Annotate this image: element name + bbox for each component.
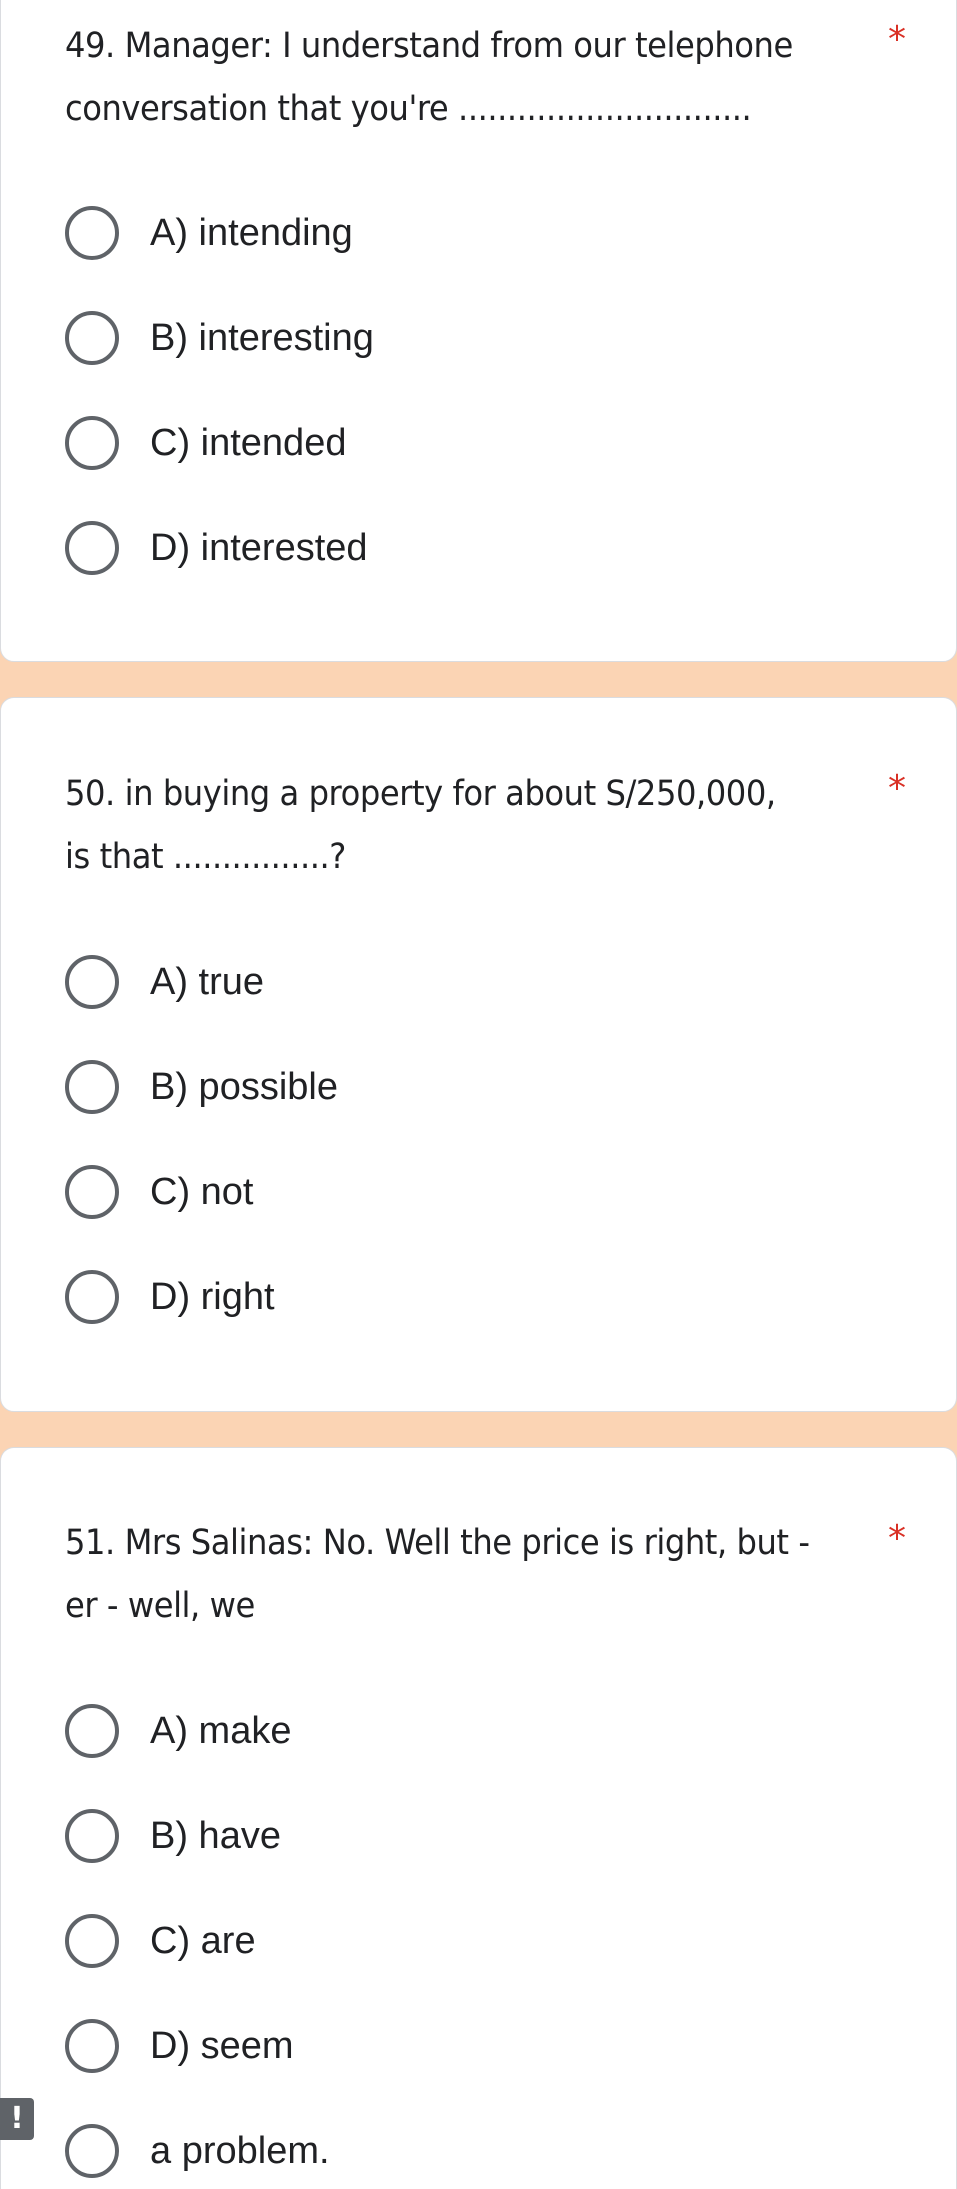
option-label: C) not (150, 1171, 254, 1213)
radio-button[interactable] (65, 1809, 119, 1863)
radio-button[interactable] (65, 1914, 119, 1968)
required-asterisk: * (888, 19, 906, 60)
radio-button[interactable] (65, 955, 119, 1009)
option-label: C) intended (150, 422, 347, 464)
option-label: B) interesting (150, 317, 374, 359)
question-title: 49. Manager: I understand from our telep… (65, 26, 793, 129)
radio-option-d[interactable]: D) seem (65, 2018, 294, 2074)
question-title: 51. Mrs Salinas: No. Well the price is r… (65, 1523, 810, 1626)
radio-button[interactable] (65, 2019, 119, 2073)
radio-option-d[interactable]: D) right (65, 1269, 275, 1325)
radio-option-b[interactable]: B) interesting (65, 310, 374, 366)
radio-option-a[interactable]: A) true (65, 954, 264, 1010)
question-card-49: 49. Manager: I understand from our telep… (0, 0, 957, 662)
radio-button[interactable] (65, 2124, 119, 2178)
option-label: A) intending (150, 212, 353, 254)
option-label: D) right (150, 1276, 275, 1318)
option-label: B) have (150, 1815, 281, 1857)
option-label: A) make (150, 1710, 292, 1752)
radio-option-d[interactable]: D) interested (65, 520, 368, 576)
radio-option-a[interactable]: A) make (65, 1703, 291, 1759)
radio-option-c[interactable]: C) are (65, 1913, 256, 1969)
option-label: D) interested (150, 527, 368, 569)
radio-button[interactable] (65, 311, 119, 365)
option-label: A) true (150, 961, 265, 1003)
radio-option-a[interactable]: A) intending (65, 205, 353, 261)
radio-option-c[interactable]: C) intended (65, 415, 346, 471)
radio-button[interactable] (65, 416, 119, 470)
required-asterisk: * (888, 1518, 906, 1559)
radio-option-e[interactable]: a problem. (65, 2123, 330, 2179)
required-asterisk: * (888, 768, 906, 809)
option-label: D) seem (150, 2025, 294, 2067)
radio-option-b[interactable]: B) possible (65, 1059, 338, 1115)
option-label: C) are (150, 1920, 256, 1962)
question-card-50: 50. in buying a property for about S/250… (0, 697, 957, 1412)
question-title: 50. in buying a property for about S/250… (65, 774, 776, 877)
option-label: B) possible (150, 1066, 338, 1108)
radio-button[interactable] (65, 206, 119, 260)
option-label: a problem. (150, 2130, 330, 2172)
exclamation-icon[interactable]: ! (0, 2098, 34, 2140)
radio-button[interactable] (65, 1165, 119, 1219)
radio-button[interactable] (65, 1270, 119, 1324)
radio-button[interactable] (65, 1060, 119, 1114)
radio-button[interactable] (65, 521, 119, 575)
question-card-51: 51. Mrs Salinas: No. Well the price is r… (0, 1447, 957, 2189)
radio-option-b[interactable]: B) have (65, 1808, 281, 1864)
radio-option-c[interactable]: C) not (65, 1164, 253, 1220)
radio-button[interactable] (65, 1704, 119, 1758)
